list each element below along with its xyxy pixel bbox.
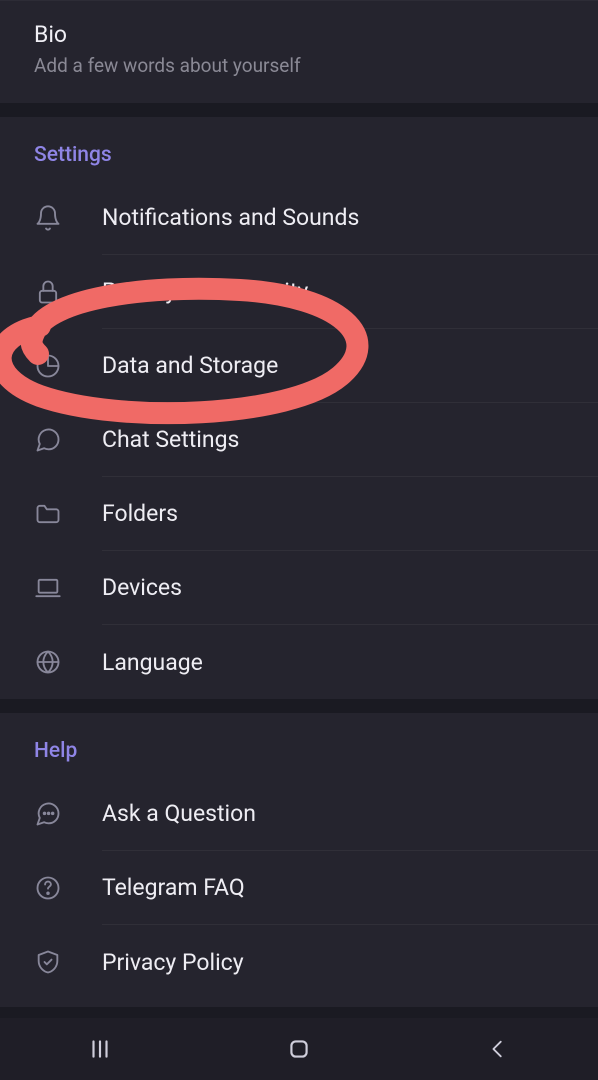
settings-item-language[interactable]: Language — [0, 625, 598, 699]
settings-item-devices[interactable]: Devices — [0, 551, 598, 625]
bio-section: Bio Add a few words about yourself — [0, 0, 598, 103]
help-section: Help Ask a Question Telegram FAQ — [0, 713, 598, 1007]
shield-icon — [34, 948, 102, 976]
settings-item-label: Chat Settings — [102, 403, 598, 477]
nav-recent-button[interactable] — [40, 1019, 160, 1079]
lock-icon — [34, 278, 102, 306]
globe-icon — [34, 648, 102, 676]
help-item-privacy-policy[interactable]: Privacy Policy — [0, 925, 598, 999]
settings-section: Settings Notifications and Sounds Privac… — [0, 117, 598, 699]
help-item-label: Privacy Policy — [102, 925, 598, 999]
speech-icon — [34, 800, 102, 828]
settings-item-label: Language — [102, 625, 598, 699]
help-item-label: Ask a Question — [102, 777, 598, 851]
help-item-faq[interactable]: Telegram FAQ — [0, 851, 598, 925]
settings-item-label: Devices — [102, 551, 598, 625]
help-header: Help — [0, 713, 598, 777]
settings-item-label: Data and Storage — [102, 329, 598, 403]
settings-item-notifications[interactable]: Notifications and Sounds — [0, 181, 598, 255]
folder-icon — [34, 500, 102, 528]
bio-subtitle: Add a few words about yourself — [34, 54, 564, 77]
bio-title: Bio — [34, 21, 564, 48]
settings-item-chat[interactable]: Chat Settings — [0, 403, 598, 477]
settings-header: Settings — [0, 117, 598, 181]
settings-item-privacy[interactable]: Privacy and Security — [0, 255, 598, 329]
settings-item-label: Privacy and Security — [102, 255, 598, 329]
settings-item-label: Folders — [102, 477, 598, 551]
pie-icon — [34, 352, 102, 380]
nav-home-button[interactable] — [239, 1019, 359, 1079]
bell-icon — [34, 204, 102, 232]
help-item-label: Telegram FAQ — [102, 851, 598, 925]
bio-row[interactable]: Bio Add a few words about yourself — [0, 0, 598, 103]
nav-back-button[interactable] — [438, 1019, 558, 1079]
settings-item-data-storage[interactable]: Data and Storage — [0, 329, 598, 403]
question-icon — [34, 874, 102, 902]
chat-icon — [34, 426, 102, 454]
settings-item-folders[interactable]: Folders — [0, 477, 598, 551]
settings-item-label: Notifications and Sounds — [102, 181, 598, 255]
android-navbar — [0, 1018, 598, 1080]
help-item-ask[interactable]: Ask a Question — [0, 777, 598, 851]
laptop-icon — [34, 574, 102, 602]
